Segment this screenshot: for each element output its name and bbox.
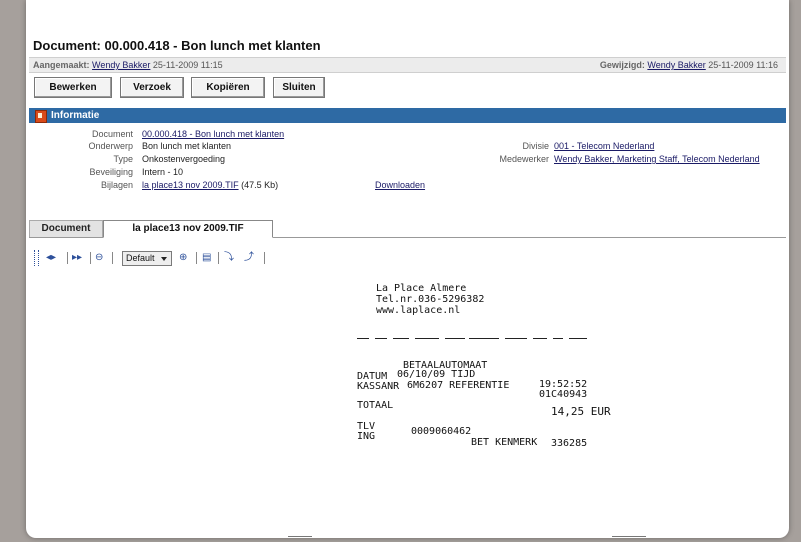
zoom-out-icon[interactable]: ⊖: [95, 250, 103, 266]
receipt-line: 0009060462: [411, 426, 472, 437]
toolbar-grip-icon[interactable]: [34, 250, 39, 266]
footer-divider: [288, 536, 312, 537]
modified-label: Gewijzigd:: [599, 60, 645, 70]
receipt-divider: [469, 338, 499, 339]
receipt-line: 06/10/09 TIJD: [397, 369, 476, 380]
page-title: Document: 00.000.418 - Bon lunch met kla…: [33, 38, 321, 53]
receipt-line: La Place Almere: [376, 283, 467, 294]
toolbar-separator: [67, 252, 68, 264]
employee-label: Medewerker: [499, 154, 549, 164]
tab-document[interactable]: Document: [29, 220, 103, 237]
type-row: Type Onkostenvergoeding Medewerker Wendy…: [29, 153, 786, 166]
subject-row: Onderwerp Bon lunch met klanten Divisie …: [29, 140, 786, 153]
action-toolbar: Bewerken Verzoek Kopiëren Sluiten: [29, 77, 786, 100]
subject-value: Bon lunch met klanten: [142, 141, 232, 151]
edit-button[interactable]: Bewerken: [34, 77, 112, 98]
subject-label: Onderwerp: [88, 141, 133, 151]
receipt-divider: [569, 338, 587, 339]
receipt-line: 6M6207 REFERENTIE: [407, 380, 510, 391]
receipt-line: ING: [357, 431, 376, 442]
toolbar-separator: [218, 252, 219, 264]
modified-by-link[interactable]: Wendy Bakker: [647, 60, 705, 70]
created-by-link[interactable]: Wendy Bakker: [92, 60, 150, 70]
created-at: 25-11-2009 11:15: [152, 60, 223, 70]
receipt-image: La Place Almere Tel.nr.036-5296382 www.l…: [329, 276, 629, 502]
attachment-file-link[interactable]: la place13 nov 2009.TIF: [142, 180, 239, 190]
division-label: Divisie: [522, 141, 549, 151]
attachments-row: Bijlagen la place13 nov 2009.TIF (47.5 K…: [29, 179, 786, 192]
type-value: Onkostenvergoeding: [142, 154, 226, 164]
created-info: Aangemaakt: Wendy Bakker 25-11-2009 11:1…: [33, 58, 223, 72]
info-section: Document 00.000.418 - Bon lunch met klan…: [29, 128, 786, 214]
receipt-divider: [357, 338, 369, 339]
viewer-toolbar: ◂▸ ▸▸ ⊖ Default ⊕ ▤ ⤵ ⤴: [34, 250, 334, 266]
security-label: Beveiliging: [89, 167, 133, 177]
next-page-icon[interactable]: ▸▸: [72, 250, 82, 266]
employee-link[interactable]: Wendy Bakker, Marketing Staff, Telecom N…: [554, 153, 760, 166]
zoom-select-value: Default: [126, 253, 155, 263]
receipt-line: Tel.nr.036-5296382: [376, 294, 485, 305]
attachment-entry: la place13 nov 2009.TIF (47.5 Kb): [142, 179, 278, 192]
rotate-left-icon[interactable]: ⤴: [244, 250, 254, 266]
receipt-line: BET KENMERK: [471, 437, 538, 448]
receipt-divider: [553, 338, 563, 339]
page-icon[interactable]: ▤: [202, 250, 211, 266]
modified-info: Gewijzigd: Wendy Bakker 25-11-2009 11:16: [600, 58, 778, 72]
toolbar-separator: [264, 252, 265, 264]
attachment-size: (47.5 Kb): [241, 180, 279, 190]
previous-page-icon[interactable]: ◂▸: [46, 250, 56, 266]
receipt-divider: [505, 338, 527, 339]
modified-at: 25-11-2009 11:16: [708, 60, 778, 70]
division-link[interactable]: 001 - Telecom Nederland: [554, 140, 654, 153]
chevron-down-icon: [161, 257, 167, 261]
toolbar-separator: [112, 252, 113, 264]
receipt-divider: [375, 338, 387, 339]
footer-divider: [612, 536, 646, 537]
zoom-in-icon[interactable]: ⊕: [179, 250, 187, 266]
close-button[interactable]: Sluiten: [273, 77, 325, 98]
receipt-line: KASSANR: [357, 381, 400, 392]
receipt-divider: [415, 338, 439, 339]
zoom-select[interactable]: Default: [122, 251, 172, 266]
toolbar-separator: [196, 252, 197, 264]
info-icon: [35, 110, 47, 123]
security-value: Intern - 10: [142, 167, 184, 177]
attachments-label: Bijlagen: [100, 180, 133, 190]
toolbar-separator: [90, 252, 91, 264]
info-section-title: Informatie: [51, 110, 100, 121]
document-tabs: Document la place13 nov 2009.TIF: [29, 220, 786, 238]
type-label: Type: [113, 154, 133, 164]
info-section-header: Informatie: [29, 108, 786, 123]
receipt-divider: [445, 338, 465, 339]
download-link[interactable]: Downloaden: [375, 179, 425, 192]
receipt-line: 14,25 EUR: [551, 405, 611, 418]
security-row: Beveiliging Intern - 10: [29, 166, 786, 179]
copy-button[interactable]: Kopiëren: [191, 77, 265, 98]
document-meta-bar: Aangemaakt: Wendy Bakker 25-11-2009 11:1…: [29, 57, 786, 73]
receipt-divider: [533, 338, 547, 339]
receipt-line: TOTAAL: [357, 400, 394, 411]
created-label: Aangemaakt:: [33, 60, 90, 70]
attachment-viewer: ◂▸ ▸▸ ⊖ Default ⊕ ▤ ⤵ ⤴ La Place Almere …: [29, 238, 786, 504]
tab-attachment[interactable]: la place13 nov 2009.TIF: [103, 220, 273, 238]
receipt-divider: [393, 338, 409, 339]
document-window: Document: 00.000.418 - Bon lunch met kla…: [26, 0, 789, 538]
request-button[interactable]: Verzoek: [120, 77, 184, 98]
receipt-line: www.laplace.nl: [376, 305, 461, 316]
receipt-line: 336285: [551, 438, 588, 449]
rotate-right-icon[interactable]: ⤵: [224, 250, 234, 266]
receipt-line: 01C40943: [539, 389, 588, 400]
